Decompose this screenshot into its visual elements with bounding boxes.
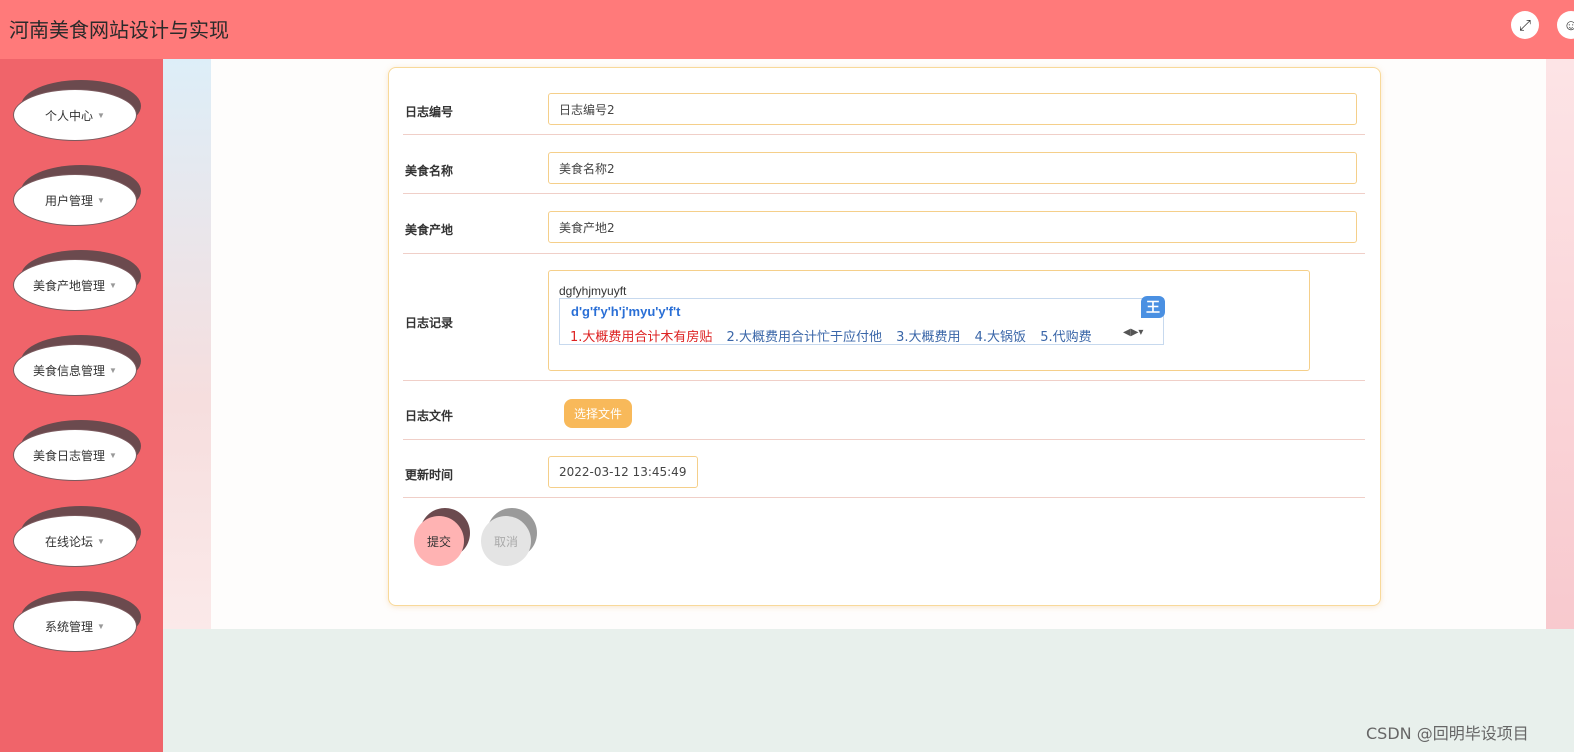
- food-name-label: 美食名称: [405, 164, 454, 178]
- caret-down-icon: ▼: [97, 110, 105, 120]
- food-name-input[interactable]: [548, 152, 1357, 184]
- update-time-label: 更新时间: [405, 468, 454, 482]
- divider: [403, 253, 1365, 254]
- record-label: 日志记录: [405, 316, 454, 330]
- submit-button-label: 提交: [414, 516, 464, 566]
- decorative-strip-right: [1546, 59, 1574, 629]
- cancel-button-label: 取消: [481, 516, 531, 566]
- sidebar-item-label: 美食产地管理: [33, 278, 106, 293]
- choose-file-button[interactable]: 选择文件: [564, 399, 632, 428]
- record-text: dgfyhjmyuyft: [559, 284, 627, 298]
- user-icon[interactable]: ☺: [1557, 11, 1574, 39]
- caret-down-icon: ▼: [97, 195, 105, 205]
- caret-down-icon: ▼: [109, 450, 117, 460]
- ime-candidate[interactable]: 5.代购费: [1040, 330, 1091, 345]
- divider: [403, 193, 1365, 194]
- watermark: CSDN @回明毕设项目: [1366, 724, 1529, 743]
- caret-down-icon: ▼: [109, 365, 117, 375]
- sidebar-item-origin-management[interactable]: 美食产地管理 ▼: [13, 250, 143, 314]
- sidebar-item-user-management[interactable]: 用户管理 ▼: [13, 165, 143, 229]
- ime-candidates: 1.大概费用合计木有房贴 2.大概费用合计忙于应付他 3.大概费用 4.大锅饭 …: [570, 326, 1102, 345]
- ime-page-arrows-icon[interactable]: ◀▶▾: [1123, 327, 1143, 338]
- origin-label: 美食产地: [405, 223, 454, 237]
- sidebar-item-label: 美食日志管理: [33, 448, 106, 463]
- submit-button[interactable]: 提交: [414, 508, 470, 568]
- sidebar-item-label: 个人中心: [45, 108, 94, 123]
- sidebar-item-forum[interactable]: 在线论坛 ▼: [13, 506, 143, 570]
- caret-down-icon: ▼: [109, 280, 117, 290]
- ime-logo-icon: 王: [1141, 296, 1165, 318]
- ime-candidate[interactable]: 4.大锅饭: [975, 330, 1026, 345]
- sidebar-item-food-info-management[interactable]: 美食信息管理 ▼: [13, 335, 143, 399]
- decorative-strip-left: [163, 59, 211, 629]
- sidebar-item-label: 用户管理: [45, 193, 94, 208]
- expand-icon[interactable]: ⤢: [1511, 11, 1539, 39]
- sidebar-item-personal-center[interactable]: 个人中心 ▼: [13, 80, 143, 144]
- sidebar-item-system-management[interactable]: 系统管理 ▼: [13, 591, 143, 655]
- sidebar-item-label: 系统管理: [45, 619, 94, 634]
- caret-down-icon: ▼: [97, 536, 105, 546]
- app-header: 河南美食网站设计与实现 ⤢ ☺: [0, 0, 1574, 59]
- ime-pinyin: d'g'f'y'h'j'myu'y'f't: [571, 304, 681, 319]
- divider: [403, 380, 1365, 381]
- cancel-button[interactable]: 取消: [481, 508, 537, 568]
- origin-input[interactable]: [548, 211, 1357, 243]
- divider: [403, 134, 1365, 135]
- divider: [403, 497, 1365, 498]
- ime-candidate[interactable]: 3.大概费用: [896, 330, 960, 345]
- sidebar-item-food-log-management[interactable]: 美食日志管理 ▼: [13, 420, 143, 484]
- app-title: 河南美食网站设计与实现: [9, 18, 229, 42]
- caret-down-icon: ▼: [97, 621, 105, 631]
- log-no-input[interactable]: [548, 93, 1357, 125]
- ime-candidate[interactable]: 2.大概费用合计忙于应付他: [727, 330, 882, 345]
- sidebar-item-label: 在线论坛: [45, 534, 94, 549]
- update-time-input[interactable]: [548, 456, 698, 488]
- sidebar-item-label: 美食信息管理: [33, 363, 106, 378]
- log-no-label: 日志编号: [405, 105, 454, 119]
- divider: [403, 439, 1365, 440]
- file-label: 日志文件: [405, 409, 454, 423]
- ime-candidate[interactable]: 1.大概费用合计木有房贴: [570, 330, 712, 345]
- sidebar: 个人中心 ▼ 用户管理 ▼ 美食产地管理 ▼ 美食信息管理 ▼ 美食日志管理 ▼ 在线论坛…: [0, 59, 163, 752]
- ime-candidate-window: d'g'f'y'h'j'myu'y'f't 1.大概费用合计木有房贴 2.大概费…: [559, 298, 1164, 345]
